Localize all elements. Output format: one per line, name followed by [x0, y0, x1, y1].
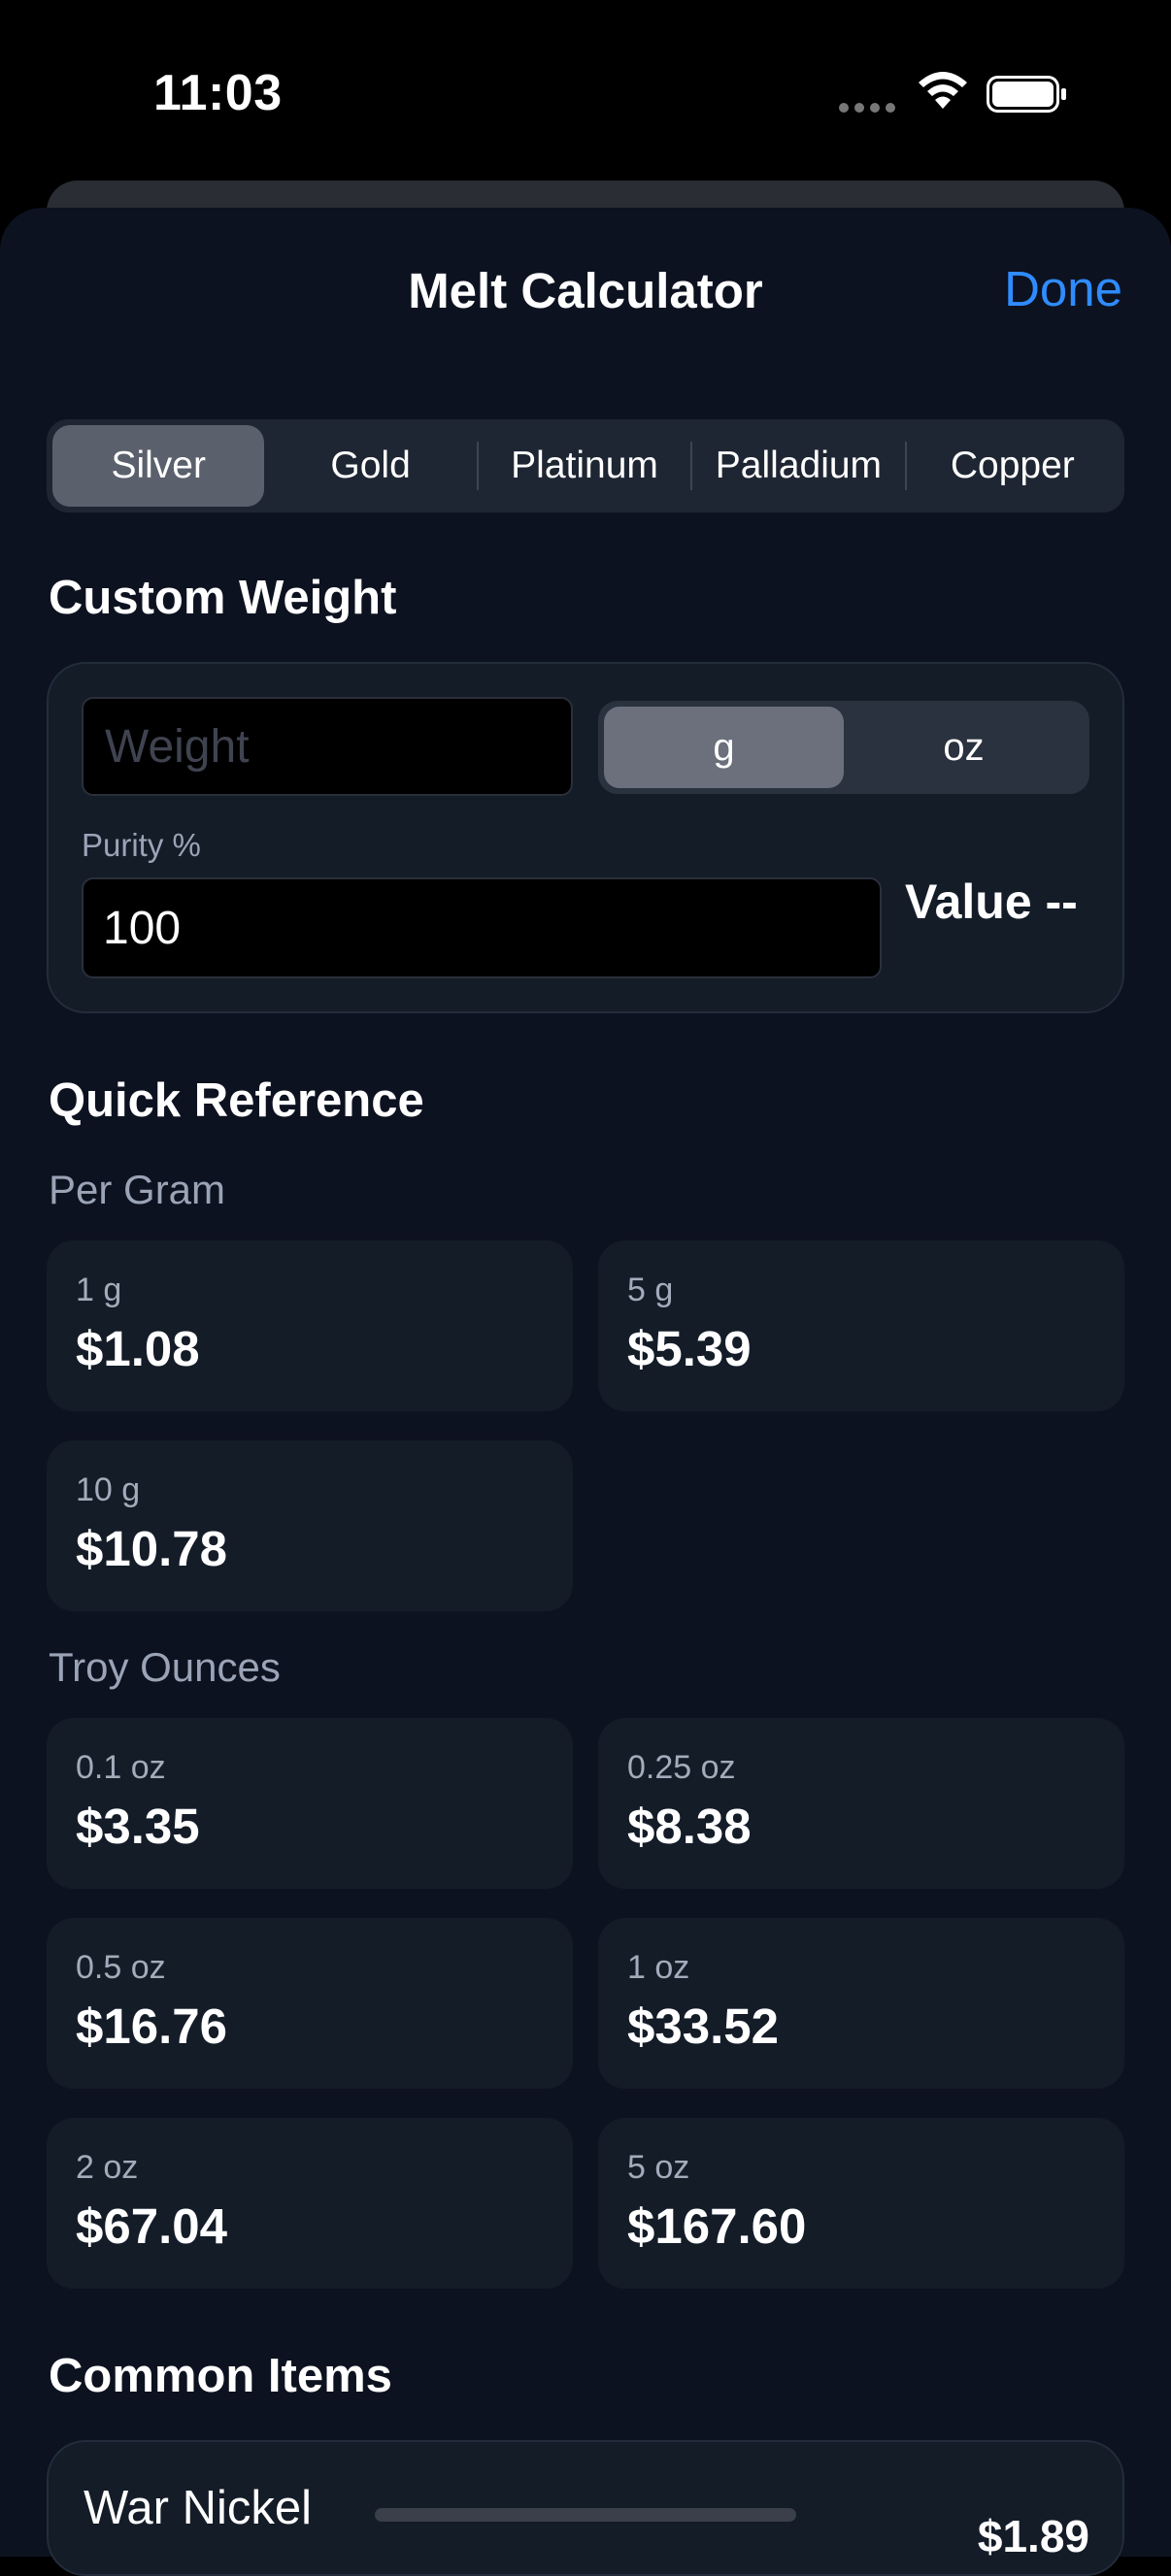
troy-ounces-title: Troy Ounces: [49, 1644, 281, 1690]
reference-card: 0.5 oz $16.76: [47, 1918, 573, 2089]
purity-label: Purity %: [82, 827, 201, 863]
unit-picker[interactable]: g oz: [598, 701, 1089, 794]
home-indicator[interactable]: [375, 2508, 796, 2522]
unit-option-oz[interactable]: oz: [844, 707, 1084, 788]
reference-card: 1 g $1.08: [47, 1240, 573, 1411]
custom-weight-title: Custom Weight: [49, 572, 397, 624]
reference-weight: 1 g: [76, 1271, 122, 1308]
reference-weight: 0.5 oz: [76, 1949, 166, 1986]
computed-value: Value --: [905, 875, 1078, 929]
reference-value: $67.04: [76, 2198, 227, 2254]
weight-input[interactable]: [82, 697, 573, 796]
reference-value: $16.76: [76, 1998, 227, 2054]
reference-card: 0.25 oz $8.38: [598, 1718, 1124, 1889]
reference-weight: 1 oz: [627, 1949, 690, 1986]
wifi-icon: [919, 72, 967, 109]
purity-input[interactable]: [82, 877, 882, 978]
metal-option-silver[interactable]: Silver: [52, 425, 265, 507]
quick-reference-title: Quick Reference: [49, 1074, 424, 1127]
reference-value: $1.08: [76, 1321, 200, 1376]
metal-option-copper[interactable]: Copper: [907, 425, 1119, 507]
reference-value: $3.35: [76, 1799, 200, 1854]
reference-weight: 5 oz: [627, 2149, 690, 2186]
reference-value: $10.78: [76, 1521, 227, 1576]
status-time: 11:03: [153, 65, 283, 121]
status-bar: 11:03: [0, 0, 1171, 184]
reference-value: $8.38: [627, 1799, 752, 1854]
signal-dots-icon: [839, 103, 895, 113]
reference-card: 10 g $10.78: [47, 1440, 573, 1611]
metal-option-gold[interactable]: Gold: [264, 425, 476, 507]
done-button[interactable]: Done: [1004, 260, 1122, 317]
metal-picker[interactable]: Silver Gold Platinum Palladium Copper: [47, 419, 1124, 512]
per-gram-title: Per Gram: [49, 1167, 226, 1212]
reference-card: 2 oz $67.04: [47, 2118, 573, 2289]
unit-option-g[interactable]: g: [604, 707, 844, 788]
reference-weight: 10 g: [76, 1471, 141, 1508]
reference-value: $33.52: [627, 1998, 779, 2054]
common-item-name: War Nickel: [84, 2482, 313, 2534]
reference-card: 1 oz $33.52: [598, 1918, 1124, 2089]
reference-value: $5.39: [627, 1321, 752, 1376]
reference-card: 5 g $5.39: [598, 1240, 1124, 1411]
reference-value: $167.60: [627, 2198, 807, 2254]
reference-weight: 5 g: [627, 1271, 674, 1308]
metal-option-palladium[interactable]: Palladium: [692, 425, 904, 507]
common-item-price: $1.89: [977, 2511, 1089, 2561]
common-items-title: Common Items: [49, 2350, 392, 2402]
reference-weight: 0.1 oz: [76, 1749, 166, 1786]
reference-weight: 0.25 oz: [627, 1749, 736, 1786]
battery-icon: [987, 76, 1066, 113]
reference-card: 0.1 oz $3.35: [47, 1718, 573, 1889]
page-title: Melt Calculator: [408, 263, 763, 318]
reference-card: 5 oz $167.60: [598, 2118, 1124, 2289]
reference-weight: 2 oz: [76, 2149, 139, 2186]
metal-option-platinum[interactable]: Platinum: [479, 425, 690, 507]
